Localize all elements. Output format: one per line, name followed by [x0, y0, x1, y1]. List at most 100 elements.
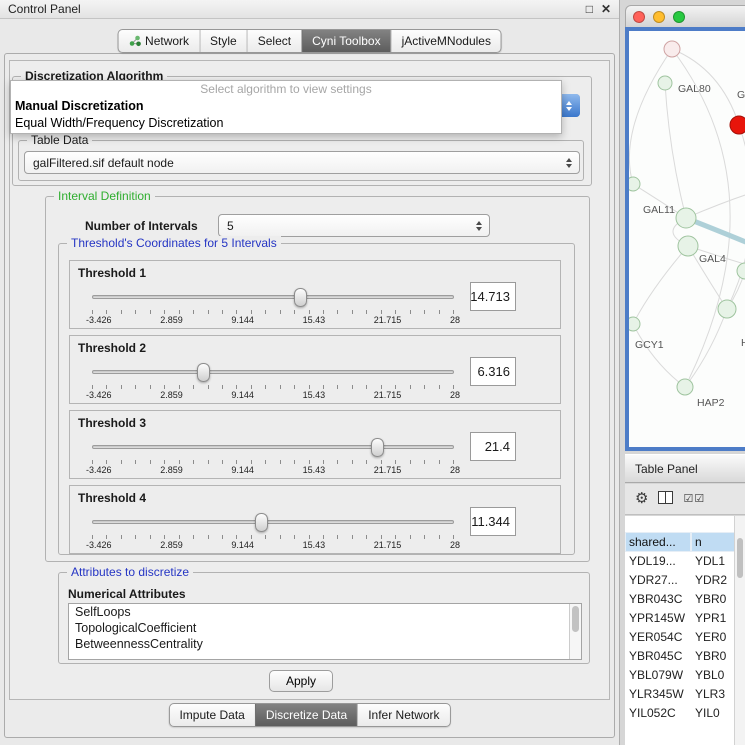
attribute-list-item[interactable]: BetweennessCentrality [69, 636, 581, 652]
network-node[interactable] [629, 317, 640, 331]
threshold-value-field[interactable]: 6.316 [470, 357, 516, 386]
network-window-titlebar[interactable] [625, 5, 745, 27]
slider-ticks [92, 385, 454, 389]
numerical-attributes-label: Numerical Attributes [68, 587, 186, 601]
tab-jactivemnodules[interactable]: jActiveMNodules [391, 30, 501, 52]
tick-label: 15.43 [303, 540, 326, 550]
table-row[interactable]: YIL052CYIL0 [625, 704, 745, 723]
cell-shared-name[interactable]: YDL19... [625, 552, 691, 571]
tab-style[interactable]: Style [199, 30, 247, 52]
menu-item-manual-discretization[interactable]: Manual Discretization [11, 98, 561, 115]
table-row[interactable]: YBR045CYBR0 [625, 647, 745, 666]
threshold-slider[interactable]: -3.4262.8599.14415.4321.71528 [92, 438, 454, 474]
network-node[interactable] [658, 76, 672, 90]
attribute-list-item[interactable]: TopologicalCoefficient [69, 620, 581, 636]
cell-shared-name[interactable]: YER054C [625, 628, 691, 647]
network-node[interactable] [718, 300, 736, 318]
slider-track[interactable] [92, 520, 454, 524]
threshold-value-field[interactable]: 11.344 [470, 507, 516, 536]
network-node[interactable] [677, 379, 693, 395]
numerical-attributes-list[interactable]: SelfLoopsTopologicalCoefficientBetweenne… [68, 603, 582, 660]
tick-label: -3.426 [86, 540, 112, 550]
slider-track[interactable] [92, 295, 454, 299]
tick-label: 9.144 [231, 465, 254, 475]
threshold-slider[interactable]: -3.4262.8599.14415.4321.71528 [92, 288, 454, 324]
tick-label: 9.144 [231, 540, 254, 550]
tab-network[interactable]: Network [118, 30, 199, 52]
table-data-combo[interactable]: galFiltered.sif default node [24, 151, 580, 174]
threshold-panel-3: Threshold 3 -3.4262.8599.14415.4321.71528… [69, 410, 561, 479]
column-header-shared-name[interactable]: shared... [625, 532, 691, 552]
slider-thumb[interactable] [294, 288, 307, 307]
scrollbar-thumb[interactable] [737, 538, 743, 578]
tick-label: 9.144 [231, 315, 254, 325]
threshold-label: Threshold 1 [78, 266, 146, 280]
tab-label: jActiveMNodules [402, 34, 491, 48]
list-scrollbar[interactable] [569, 604, 581, 659]
cell-shared-name[interactable]: YBR043C [625, 590, 691, 609]
threshold-value-field[interactable]: 14.713 [470, 282, 516, 311]
table-row[interactable]: YER054CYER0 [625, 628, 745, 647]
minimize-light-icon[interactable] [653, 11, 665, 23]
threshold-label: Threshold 2 [78, 341, 146, 355]
network-node[interactable] [737, 263, 745, 279]
close-icon[interactable]: ✕ [601, 3, 611, 15]
gear-icon[interactable]: ⚙ [635, 491, 648, 507]
threshold-label: Threshold 3 [78, 416, 146, 430]
tab-discretize-data[interactable]: Discretize Data [255, 704, 357, 726]
threshold-panel-1: Threshold 1 -3.4262.8599.14415.4321.71528… [69, 260, 561, 329]
table-row[interactable]: YPR145WYPR1 [625, 609, 745, 628]
threshold-slider[interactable]: -3.4262.8599.14415.4321.71528 [92, 513, 454, 549]
tick-label: 9.144 [231, 390, 254, 400]
slider-thumb[interactable] [197, 363, 210, 382]
tick-label: 28 [450, 540, 460, 550]
table-row[interactable]: YDR27...YDR2 [625, 571, 745, 590]
network-node[interactable] [730, 116, 745, 134]
cell-shared-name[interactable]: YLR345W [625, 685, 691, 704]
tick-label: 2.859 [160, 540, 183, 550]
cell-shared-name[interactable]: YDR27... [625, 571, 691, 590]
table-row[interactable]: YDL19...YDL1 [625, 552, 745, 571]
slider-track[interactable] [92, 370, 454, 374]
scrollbar-thumb[interactable] [572, 606, 579, 632]
table-row[interactable]: YLR345WYLR3 [625, 685, 745, 704]
apply-button[interactable]: Apply [269, 670, 333, 692]
network-canvas[interactable]: GAL80GALGAL11GAL4GCY1HHAP2 [625, 27, 745, 451]
bottom-tab-bar: Impute DataDiscretize Data Infer Network [168, 703, 450, 727]
network-node[interactable] [678, 236, 698, 256]
tab-cyni-toolbox[interactable]: Cyni Toolbox [301, 30, 390, 52]
table-row[interactable]: YBR043CYBR0 [625, 590, 745, 609]
cell-shared-name[interactable]: YBR045C [625, 647, 691, 666]
attribute-list-item[interactable]: SelfLoops [69, 604, 581, 620]
menu-item-equal-width-frequency[interactable]: Equal Width/Frequency Discretization [11, 115, 561, 132]
threshold-slider[interactable]: -3.4262.8599.14415.4321.71528 [92, 363, 454, 399]
slider-thumb[interactable] [371, 438, 384, 457]
minimize-icon[interactable]: □ [586, 3, 593, 15]
node-label: GAL11 [643, 204, 675, 216]
network-node[interactable] [629, 177, 640, 191]
tick-label: 21.715 [374, 390, 402, 400]
threshold-value-field[interactable]: 21.4 [470, 432, 516, 461]
zoom-light-icon[interactable] [673, 11, 685, 23]
table-scrollbar[interactable] [734, 516, 745, 745]
tab-label: Infer Network [368, 708, 439, 722]
tab-infer-network[interactable]: Infer Network [357, 704, 449, 726]
select-columns-icon[interactable]: ☑☑ [683, 491, 705, 507]
cell-shared-name[interactable]: YIL052C [625, 704, 691, 723]
thresholds-group: Threshold's Coordinates for 5 Intervals … [58, 243, 575, 555]
slider-track[interactable] [92, 445, 454, 449]
num-intervals-combo[interactable]: 5 [218, 214, 490, 237]
columns-icon[interactable] [658, 491, 673, 508]
tick-label: 2.859 [160, 390, 183, 400]
tab-impute-data[interactable]: Impute Data [169, 704, 254, 726]
cell-shared-name[interactable]: YBL079W [625, 666, 691, 685]
slider-thumb[interactable] [255, 513, 268, 532]
cell-shared-name[interactable]: YPR145W [625, 609, 691, 628]
tab-select[interactable]: Select [247, 30, 301, 52]
network-node[interactable] [664, 41, 680, 57]
close-light-icon[interactable] [633, 11, 645, 23]
table-row[interactable]: YBL079WYBL0 [625, 666, 745, 685]
network-node[interactable] [676, 208, 696, 228]
node-table: shared... n YDL19...YDL1YDR27...YDR2YBR0… [625, 516, 745, 745]
menu-prompt: Select algorithm to view settings [11, 81, 561, 98]
